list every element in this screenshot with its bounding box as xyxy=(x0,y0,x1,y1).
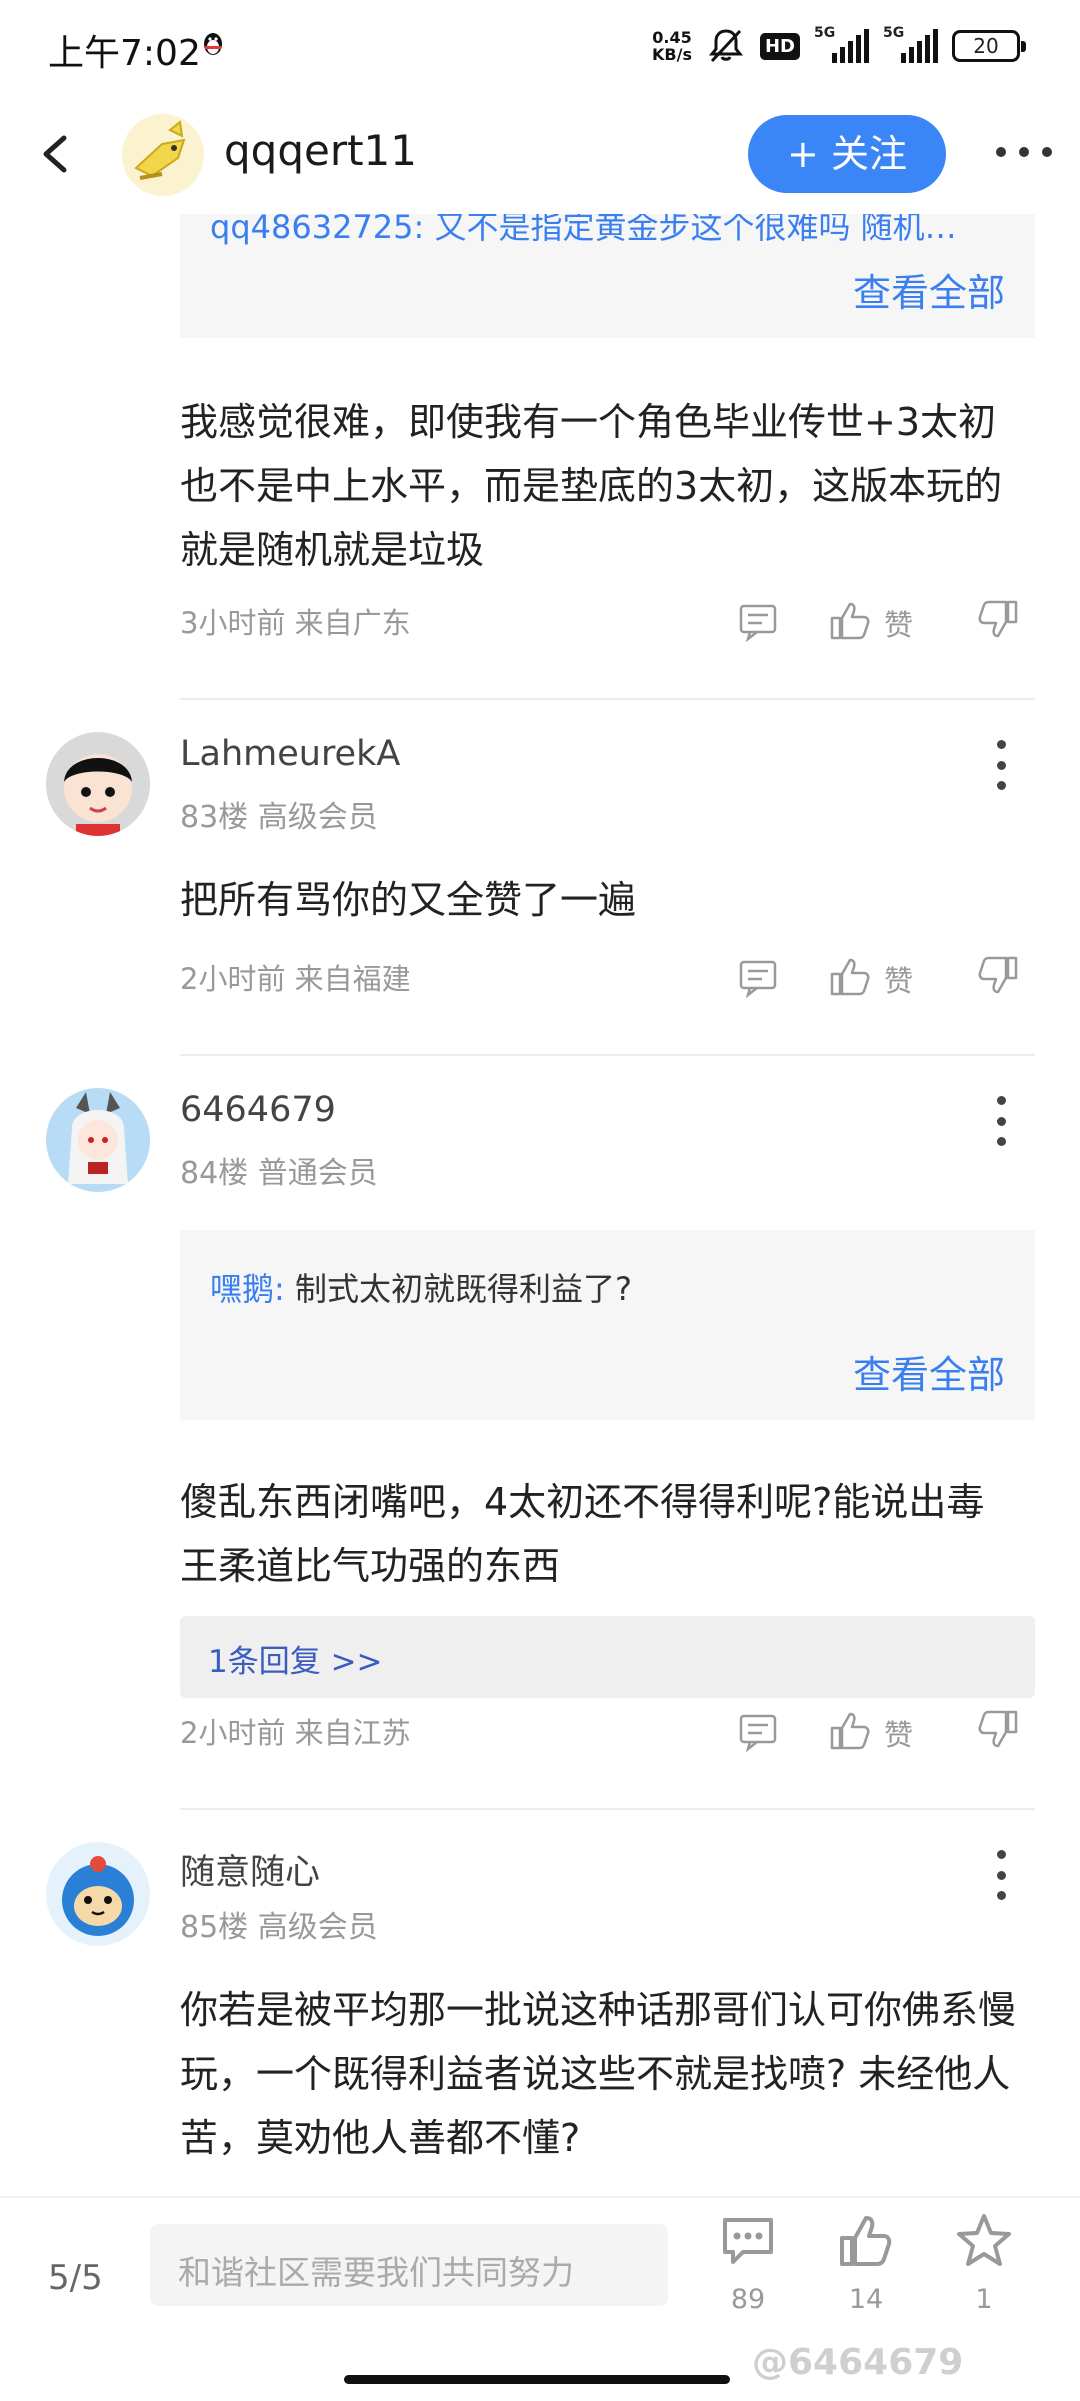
user-avatar[interactable] xyxy=(46,732,150,836)
comment-body: 傻乱东西闭嘴吧，4太初还不得得利呢?能说出毒王柔道比气功强的东西 xyxy=(180,1480,985,1588)
network-speed: 0.45 KB/s xyxy=(652,28,692,64)
muted-bell-icon xyxy=(708,29,744,63)
hd-voice-badge: HD xyxy=(759,32,800,60)
quoted-reply-text: 嘿鹅: 制式太初就既得利益了? xyxy=(210,1270,632,1308)
favorite-button[interactable]: 1 xyxy=(944,2212,1024,2342)
comment-menu-icon[interactable] xyxy=(986,1096,1016,1146)
comment-actions: 赞 xyxy=(738,1706,1028,1756)
thumbs-up-icon xyxy=(840,2216,892,2266)
comment-body: 你若是被平均那一批说这种话那哥们认可你佛系慢玩，一个既得利益者说这些不就是找喷?… xyxy=(180,1988,1017,2160)
like-icon[interactable] xyxy=(828,598,872,642)
comment-bubble-icon xyxy=(723,2218,773,2264)
status-bar: 上午7:02 0.45 KB/s HD 5G 5G 20 xyxy=(0,0,1080,96)
like-label[interactable]: 赞 xyxy=(884,958,913,1000)
quoted-reply-box[interactable]: qq48632725: 又不是指定黄金步这个很难吗 随机… 查看全部 xyxy=(180,214,1035,338)
status-time: 上午7:02 xyxy=(48,33,201,74)
user-avatar[interactable] xyxy=(46,1088,150,1192)
like-icon[interactable] xyxy=(828,954,872,998)
qq-notification-icon xyxy=(204,33,222,55)
floor-and-rank: 84楼 普通会员 xyxy=(180,1156,378,1191)
more-options-icon[interactable] xyxy=(996,142,1052,162)
follow-button[interactable]: + 关注 xyxy=(748,115,946,193)
comment-username[interactable]: LahmeurekA xyxy=(180,734,400,774)
like-label[interactable]: 赞 xyxy=(884,1712,913,1754)
top-nav-bar: qqqert11 + 关注 xyxy=(0,96,1080,214)
like-count: 14 xyxy=(848,2284,884,2315)
page-indicator[interactable]: 5/5 xyxy=(48,2258,103,2298)
user-avatar-image xyxy=(46,732,150,836)
comment-count: 89 xyxy=(730,2284,766,2315)
comment-menu-icon[interactable] xyxy=(986,1850,1016,1900)
author-avatar[interactable] xyxy=(122,114,204,196)
author-username[interactable]: qqqert11 xyxy=(224,126,417,175)
quoted-reply-author: 嘿鹅: xyxy=(210,1270,285,1308)
comment-divider xyxy=(180,1808,1035,1810)
user-avatar-image xyxy=(46,1842,150,1946)
floor-and-rank: 83楼 高级会员 xyxy=(180,800,378,835)
battery-indicator: 20 xyxy=(952,30,1026,62)
signal-strength-2: 5G xyxy=(883,25,938,63)
comment-actions: 赞 xyxy=(738,596,1028,646)
watermark: @6464679 xyxy=(752,2342,964,2383)
favorite-count: 1 xyxy=(975,2284,993,2315)
reply-icon[interactable] xyxy=(738,958,778,998)
author-avatar-image xyxy=(122,114,204,196)
bottom-action-bar: 5/5 和谐社区需要我们共同努力 89 14 1 @6464679 xyxy=(0,2196,1080,2401)
user-avatar-image xyxy=(46,1088,150,1192)
quoted-reply-text: qq48632725: 又不是指定黄金步这个很难吗 随机… xyxy=(210,214,957,246)
reply-input[interactable]: 和谐社区需要我们共同努力 xyxy=(150,2224,668,2306)
home-indicator[interactable] xyxy=(344,2375,730,2384)
view-all-link[interactable]: 查看全部 xyxy=(853,1344,1005,1399)
like-icon[interactable] xyxy=(828,1708,872,1752)
dislike-icon[interactable] xyxy=(976,954,1020,998)
comment-list: qq48632725: 又不是指定黄金步这个很难吗 随机… 查看全部 我感觉很难… xyxy=(0,214,1080,2196)
comment-actions: 赞 xyxy=(738,952,1028,1002)
comment-username[interactable]: 随意随心 xyxy=(180,1844,320,1895)
comment-meta: 3小时前 来自广东 xyxy=(180,606,411,640)
comment-body: 我感觉很难，即使我有一个角色毕业传世+3太初也不是中上水平，而是垫底的3太初，这… xyxy=(180,400,1003,572)
comment-menu-icon[interactable] xyxy=(986,740,1016,790)
comment-body: 把所有骂你的又全赞了一遍 xyxy=(180,878,637,922)
user-avatar[interactable] xyxy=(46,1842,150,1946)
sub-replies-link[interactable]: 1条回复 >> xyxy=(180,1616,1035,1698)
like-label[interactable]: 赞 xyxy=(884,602,913,644)
comment-divider xyxy=(180,698,1035,700)
back-arrow-icon[interactable] xyxy=(30,126,80,182)
comment-meta: 2小时前 来自江苏 xyxy=(180,1716,411,1750)
dislike-icon[interactable] xyxy=(976,598,1020,642)
reply-icon[interactable] xyxy=(738,602,778,642)
reply-icon[interactable] xyxy=(738,1712,778,1752)
comment-username[interactable]: 6464679 xyxy=(180,1090,336,1130)
quoted-reply-box[interactable]: 嘿鹅: 制式太初就既得利益了? 查看全部 xyxy=(180,1230,1035,1420)
like-post-button[interactable]: 14 xyxy=(826,2212,906,2342)
comment-divider xyxy=(180,1054,1035,1056)
dislike-icon[interactable] xyxy=(976,1708,1020,1752)
comment-meta: 2小时前 来自福建 xyxy=(180,962,411,996)
comments-button[interactable]: 89 xyxy=(708,2212,788,2342)
floor-and-rank: 85楼 高级会员 xyxy=(180,1910,378,1945)
star-icon xyxy=(957,2214,1011,2266)
view-all-link[interactable]: 查看全部 xyxy=(853,262,1005,317)
signal-strength-1: 5G xyxy=(814,25,869,63)
